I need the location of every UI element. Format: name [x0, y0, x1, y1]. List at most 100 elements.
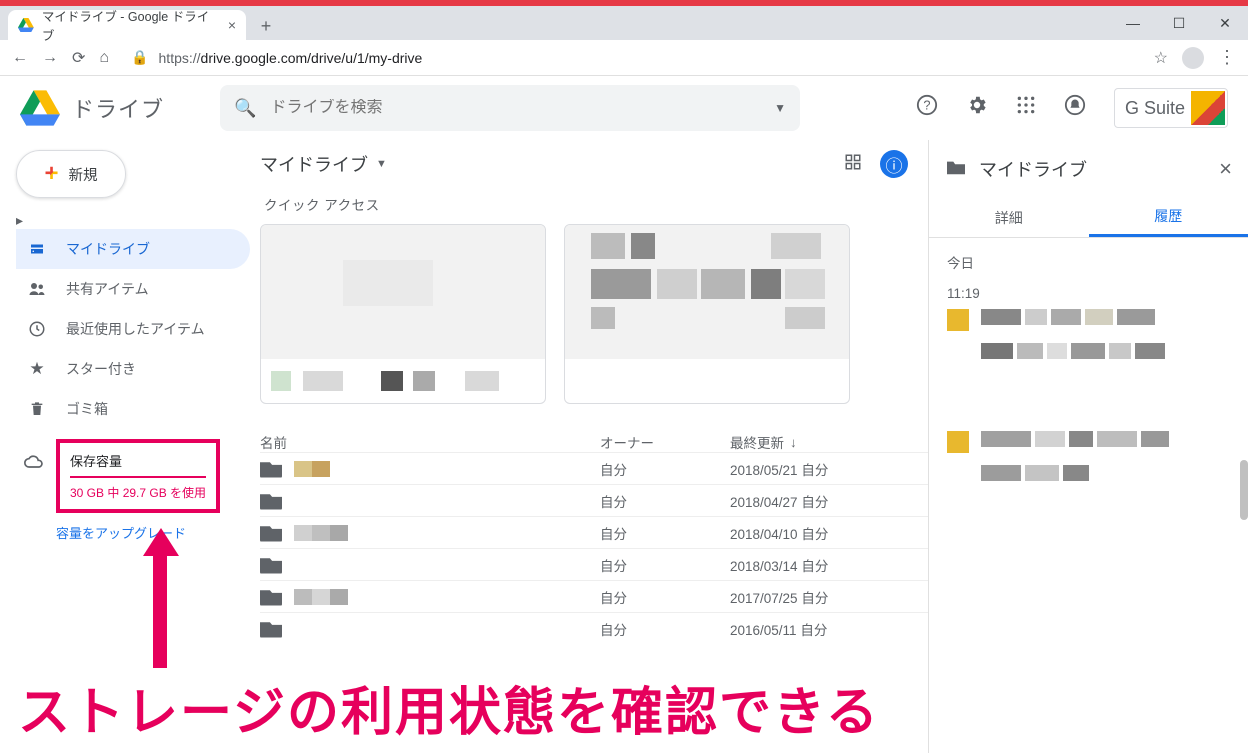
- tab-close-icon[interactable]: ×: [228, 17, 236, 33]
- details-close-button[interactable]: ×: [1219, 156, 1232, 182]
- storage-highlight-callout: 保存容量 30 GB 中 29.7 GB を使用: [56, 439, 220, 513]
- url-scheme: https://: [159, 50, 201, 66]
- search-icon: 🔍: [234, 98, 256, 119]
- gsuite-badge[interactable]: G Suite: [1114, 88, 1228, 128]
- browser-tab-strip: マイドライブ - Google ドライブ × + — ☐ ✕: [0, 6, 1248, 40]
- drive-product-name: ドライブ: [72, 92, 164, 124]
- window-maximize-button[interactable]: ☐: [1156, 15, 1202, 32]
- details-title: マイドライブ: [979, 156, 1087, 182]
- window-close-button[interactable]: ✕: [1202, 15, 1248, 32]
- search-input[interactable]: [270, 99, 760, 117]
- file-row[interactable]: 自分2018/05/21 自分: [260, 452, 928, 484]
- storage-title[interactable]: 保存容量: [70, 451, 206, 470]
- history-redacted-text: [981, 465, 1089, 481]
- sidebar-item-recent[interactable]: 最近使用したアイテム: [16, 309, 250, 349]
- history-item[interactable]: [947, 309, 1230, 331]
- history-thumb-icon: [947, 431, 969, 453]
- gsuite-label: G Suite: [1125, 98, 1185, 119]
- sidebar-item-label: 最近使用したアイテム: [66, 319, 205, 339]
- sidebar-item-starred[interactable]: ★ スター付き: [16, 349, 250, 389]
- drive-favicon-icon: [18, 17, 34, 33]
- new-button[interactable]: + 新規: [16, 150, 126, 198]
- new-tab-button[interactable]: +: [252, 12, 280, 40]
- cloud-icon: [16, 439, 44, 474]
- quick-access-label: クイック アクセス: [264, 194, 928, 214]
- storage-usage: 30 GB 中 29.7 GB を使用: [70, 484, 206, 501]
- profile-avatar[interactable]: [1182, 47, 1204, 69]
- settings-gear-icon[interactable]: [966, 94, 988, 122]
- sidebar-item-my-drive[interactable]: マイドライブ: [16, 229, 250, 269]
- my-drive-icon: [26, 240, 48, 258]
- file-modified: 2018/03/14 自分: [730, 555, 875, 575]
- folder-icon: [260, 620, 282, 638]
- file-row[interactable]: 自分2017/07/25 自分: [260, 580, 928, 612]
- reload-button[interactable]: ⟳: [72, 48, 85, 68]
- file-row[interactable]: 自分2016/05/11 自分: [260, 612, 928, 644]
- file-modified: 2018/04/27 自分: [730, 491, 875, 511]
- home-button[interactable]: ⌂: [99, 49, 109, 67]
- card-preview: [261, 225, 545, 359]
- bookmark-star-icon[interactable]: ☆: [1154, 48, 1168, 68]
- breadcrumb-my-drive[interactable]: マイドライブ ▼: [260, 151, 387, 177]
- window-minimize-button[interactable]: —: [1110, 15, 1156, 31]
- column-modified-header[interactable]: 最終更新 ↓: [730, 432, 875, 452]
- folder-icon: [260, 492, 282, 510]
- sidebar-item-label: 共有アイテム: [66, 279, 149, 299]
- history-item[interactable]: [981, 343, 1230, 359]
- back-button[interactable]: ←: [12, 49, 28, 67]
- file-owner: 自分: [600, 491, 730, 511]
- address-bar[interactable]: 🔒 https://drive.google.com/drive/u/1/my-…: [123, 45, 1140, 70]
- info-details-button[interactable]: ⓘ: [880, 150, 908, 178]
- folder-icon: [260, 460, 282, 478]
- browser-tab-title: マイドライブ - Google ドライブ: [42, 6, 220, 44]
- apps-grid-icon[interactable]: [1016, 95, 1036, 121]
- expand-caret-icon[interactable]: ▸: [16, 212, 23, 228]
- history-redacted-text: [981, 343, 1165, 359]
- search-options-caret-icon[interactable]: ▼: [774, 101, 786, 115]
- sidebar: + 新規 ▸ マイドライブ 共有アイテム 最近使用したアイテム: [0, 140, 250, 753]
- file-row[interactable]: 自分2018/04/27 自分: [260, 484, 928, 516]
- folder-icon: [260, 556, 282, 574]
- file-row[interactable]: 自分2018/04/10 自分: [260, 516, 928, 548]
- forward-button[interactable]: →: [42, 49, 58, 67]
- breadcrumb-caret-icon: ▼: [376, 158, 387, 170]
- upgrade-storage-link[interactable]: 容量をアップグレード: [56, 523, 250, 542]
- browser-tab[interactable]: マイドライブ - Google ドライブ ×: [8, 10, 246, 40]
- gsuite-logo-icon: [1191, 91, 1225, 125]
- history-item[interactable]: [981, 465, 1230, 481]
- browser-toolbar: ← → ⟳ ⌂ 🔒 https://drive.google.com/drive…: [0, 40, 1248, 76]
- details-tab-history[interactable]: 履歴: [1089, 198, 1248, 237]
- filename-redacted: [294, 461, 330, 477]
- history-item[interactable]: [947, 431, 1230, 453]
- filename-redacted: [294, 525, 348, 541]
- folder-icon: [260, 524, 282, 542]
- file-row[interactable]: 自分2018/03/14 自分: [260, 548, 928, 580]
- file-modified: 2016/05/11 自分: [730, 619, 875, 639]
- quick-access-card[interactable]: [260, 224, 546, 404]
- clock-icon: [26, 320, 48, 338]
- search-bar[interactable]: 🔍 ▼: [220, 85, 800, 131]
- new-button-label: 新規: [69, 164, 98, 185]
- help-icon[interactable]: ?: [916, 94, 938, 122]
- details-tab-detail[interactable]: 詳細: [929, 198, 1089, 237]
- folder-icon: [260, 588, 282, 606]
- quick-access-card[interactable]: [564, 224, 850, 404]
- details-scrollbar[interactable]: [1240, 460, 1248, 520]
- url-rest: drive.google.com/drive/u/1/my-drive: [201, 50, 423, 66]
- file-list-headers: 名前 オーナー 最終更新 ↓: [260, 432, 928, 452]
- breadcrumb-label: マイドライブ: [260, 151, 368, 177]
- sidebar-item-trash[interactable]: ゴミ箱: [16, 389, 250, 429]
- history-time: 11:19: [947, 286, 1230, 301]
- star-icon: ★: [26, 359, 48, 379]
- shared-icon: [26, 280, 48, 298]
- column-name-header[interactable]: 名前: [260, 432, 600, 452]
- sidebar-item-label: スター付き: [66, 359, 136, 379]
- file-modified: 2018/05/21 自分: [730, 459, 875, 479]
- browser-menu-button[interactable]: ⋮: [1218, 47, 1236, 68]
- drive-header: ドライブ 🔍 ▼ ? G Suite: [0, 76, 1248, 140]
- plus-icon: +: [44, 160, 58, 188]
- sidebar-item-shared[interactable]: 共有アイテム: [16, 269, 250, 309]
- notifications-bell-icon[interactable]: [1064, 94, 1086, 122]
- column-owner-header[interactable]: オーナー: [600, 432, 730, 452]
- view-grid-icon[interactable]: [844, 153, 862, 176]
